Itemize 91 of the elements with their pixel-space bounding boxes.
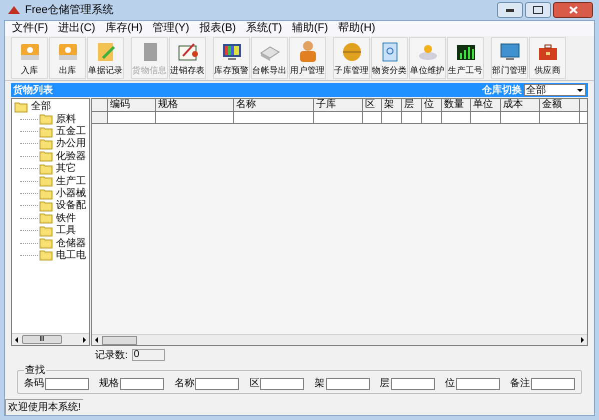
- search-label: 条码: [24, 377, 44, 391]
- folder-icon: [39, 162, 53, 175]
- folder-icon: [39, 138, 53, 150]
- toolbar-button[interactable]: 库存预警: [213, 37, 250, 79]
- search-label: 位: [444, 377, 455, 391]
- tree-item[interactable]: 化验器: [56, 148, 86, 164]
- warehouse-select[interactable]: 全部: [524, 84, 586, 96]
- search-group-title: 查找: [24, 364, 46, 378]
- menu-item[interactable]: 报表(B): [194, 20, 241, 37]
- search-field[interactable]: [195, 378, 240, 390]
- folder-icon: [39, 224, 53, 237]
- search-label: 名称: [174, 377, 194, 391]
- close-icon: [568, 6, 578, 14]
- folder-icon: [39, 113, 53, 126]
- minimize-icon: [506, 8, 514, 12]
- dropdown-arrow-icon: [576, 86, 584, 94]
- search-label: 规格: [99, 376, 120, 391]
- folder-icon: [39, 249, 53, 262]
- folder-icon: [39, 188, 53, 200]
- folder-icon: [39, 212, 53, 224]
- table-cell[interactable]: [422, 112, 442, 124]
- folder-icon: [39, 150, 53, 162]
- menu-item[interactable]: 库存(H): [100, 20, 148, 37]
- menu-item[interactable]: 文件(F): [7, 20, 54, 37]
- toolbar-button[interactable]: 子库管理: [333, 37, 370, 79]
- table-cell[interactable]: [314, 112, 363, 124]
- search-field[interactable]: [120, 378, 164, 390]
- tree-item[interactable]: 铁件: [56, 210, 76, 226]
- table-cell[interactable]: [156, 112, 234, 124]
- toolbar-button[interactable]: 用户管理: [289, 37, 326, 79]
- table-cell[interactable]: [363, 112, 382, 124]
- search-field[interactable]: [456, 378, 500, 390]
- folder-icon: [39, 237, 53, 250]
- table-cell[interactable]: [442, 112, 471, 124]
- toolbar-button[interactable]: 生产工号: [447, 37, 484, 79]
- search-label: 备注: [510, 376, 530, 391]
- toolbar-button[interactable]: 进销存表: [169, 37, 206, 79]
- row-header-cell[interactable]: [92, 112, 108, 124]
- maximize-icon: [533, 6, 543, 14]
- toolbar-button[interactable]: 入库: [11, 37, 48, 79]
- tree-item[interactable]: 工具: [56, 223, 76, 238]
- tree-item[interactable]: 仓储器: [56, 236, 86, 251]
- menu-item[interactable]: 进出(C): [53, 20, 100, 37]
- toolbar-button[interactable]: 物资分类: [371, 37, 408, 79]
- tree-item[interactable]: 其它: [56, 161, 76, 176]
- table-cell[interactable]: [402, 112, 422, 124]
- toolbar-button[interactable]: 部门管理: [491, 37, 528, 79]
- close-button[interactable]: [553, 2, 593, 18]
- tree-item[interactable]: 全部: [31, 99, 51, 114]
- app-logo-icon: [7, 4, 21, 16]
- folder-icon: [39, 200, 53, 212]
- search-label: 层: [380, 377, 390, 391]
- toolbar-button[interactable]: 台帐导出: [251, 37, 288, 79]
- toolbar-button[interactable]: 供应商: [529, 37, 566, 79]
- search-field[interactable]: [326, 378, 370, 390]
- toolbar-button[interactable]: 出库: [49, 37, 86, 79]
- toolbar-button[interactable]: 单位维护: [409, 37, 446, 79]
- folder-icon: [14, 100, 28, 112]
- panel-title: 货物列表: [13, 84, 53, 98]
- record-count-label: 记录数:: [95, 348, 128, 362]
- window-title: Free仓储管理系统: [25, 2, 114, 18]
- search-field[interactable]: [260, 378, 304, 390]
- table-cell[interactable]: [580, 112, 587, 124]
- menu-item[interactable]: 管理(Y): [148, 20, 194, 37]
- table-cell[interactable]: [234, 112, 314, 124]
- folder-icon: [39, 175, 53, 188]
- toolbar-button[interactable]: 单据记录: [87, 37, 124, 79]
- table-cell[interactable]: [471, 112, 501, 124]
- minimize-button[interactable]: [497, 2, 523, 18]
- warehouse-switch-label: 仓库切换: [482, 83, 522, 98]
- table-cell[interactable]: [501, 112, 540, 124]
- scroll-thumb[interactable]: [102, 336, 137, 344]
- table-cell[interactable]: [540, 112, 580, 124]
- horizontal-scrollbar[interactable]: [92, 334, 587, 345]
- search-label: 架: [314, 376, 325, 391]
- search-label: 区: [249, 377, 260, 391]
- search-field[interactable]: [390, 378, 435, 390]
- search-field[interactable]: [45, 378, 89, 390]
- record-count-field: 0: [132, 349, 165, 361]
- tree-item[interactable]: 电工电: [56, 248, 86, 263]
- maximize-button[interactable]: [525, 2, 551, 18]
- table-cell[interactable]: [382, 112, 402, 124]
- menu-item[interactable]: 辅助(F): [287, 20, 334, 37]
- menu-item[interactable]: 系统(T): [240, 20, 287, 37]
- tree-item[interactable]: 原料: [56, 112, 76, 127]
- search-field[interactable]: [530, 378, 575, 390]
- tree-item[interactable]: 生产工: [56, 174, 86, 189]
- menu-item[interactable]: 帮助(H): [333, 20, 380, 37]
- folder-icon: [39, 126, 53, 138]
- table-cell[interactable]: [108, 112, 156, 124]
- status-bar-text: 欢迎使用本系统!: [5, 399, 83, 415]
